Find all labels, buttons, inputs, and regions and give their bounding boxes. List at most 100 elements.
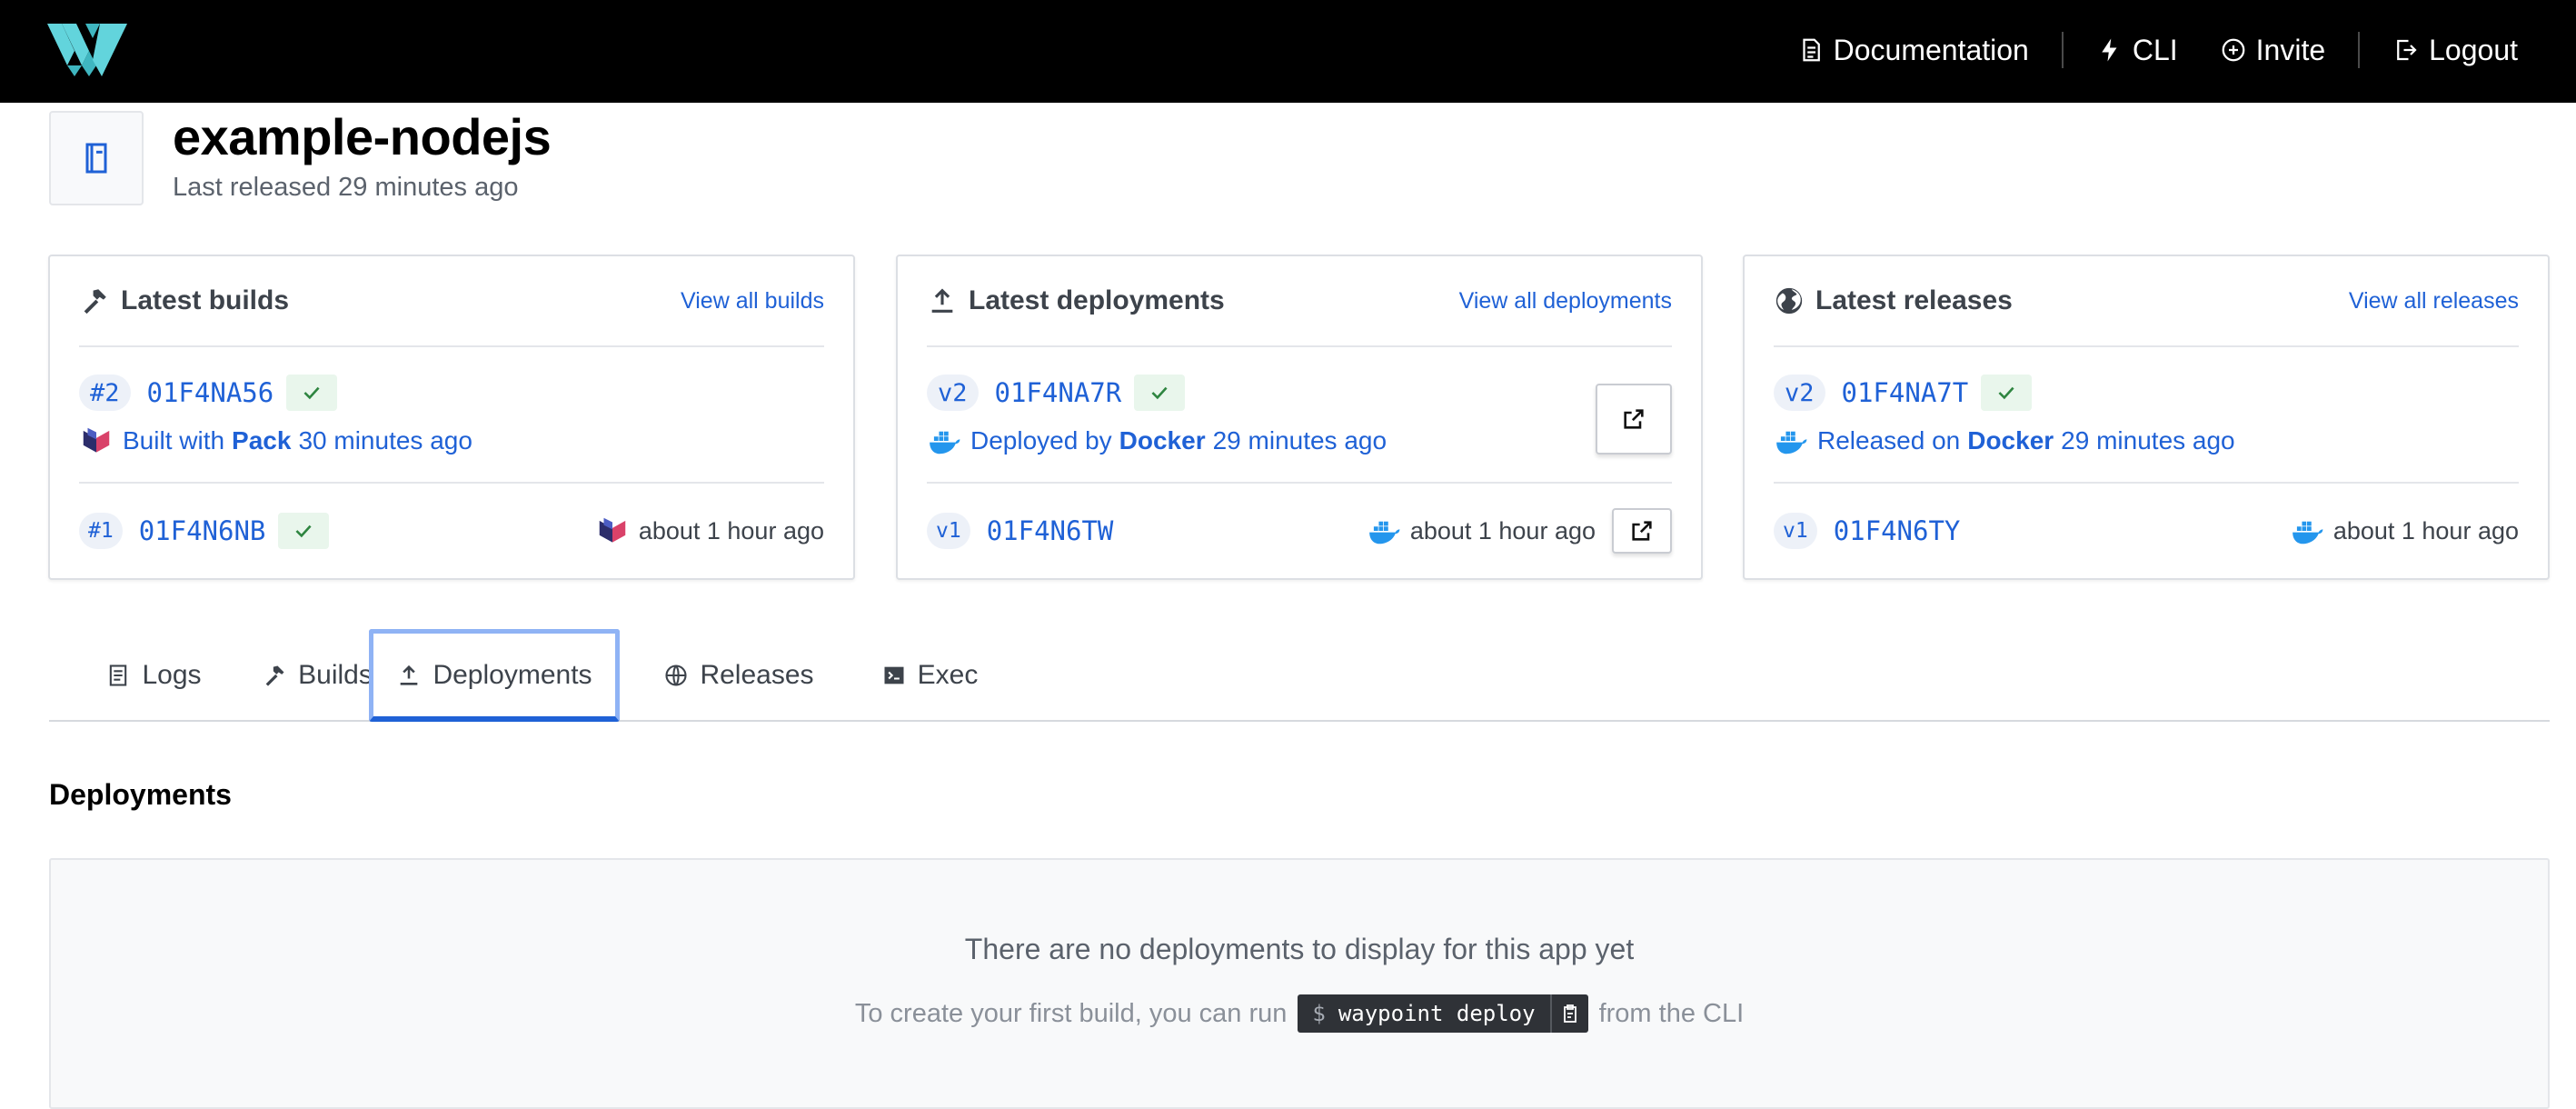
cli-command-snippet: $ waypoint deploy — [1298, 994, 1588, 1033]
card-title: Latest deployments — [927, 285, 1225, 316]
release-time: 29 minutes ago — [2061, 426, 2235, 455]
tab-logs[interactable]: Logs — [76, 629, 231, 722]
open-deployment-button[interactable] — [1612, 508, 1672, 554]
documentation-link[interactable]: Documentation — [1792, 34, 2034, 67]
book-icon — [85, 143, 107, 174]
view-all-releases-link[interactable]: View all releases — [2349, 288, 2519, 315]
external-link-icon — [1632, 521, 1652, 541]
copy-command-button[interactable] — [1549, 994, 1588, 1033]
build-id[interactable]: 01F4N6NB — [139, 515, 266, 546]
card-title: Latest builds — [79, 285, 289, 316]
success-check-icon — [278, 513, 330, 549]
previous-deployment-row[interactable]: v1 01F4N6TW about 1 hour ago — [927, 484, 1672, 578]
command-text: waypoint deploy — [1338, 1001, 1536, 1026]
logout-icon — [2397, 39, 2417, 61]
latest-build-row[interactable]: #2 01F4NA56 Built with Pack 30 minutes a… — [79, 347, 824, 484]
app-title: example-nodejs — [173, 108, 552, 165]
nav-divider — [2358, 32, 2361, 68]
release-prefix: Released on — [1817, 426, 1961, 455]
success-check-icon — [286, 375, 338, 411]
globe-icon — [665, 664, 688, 686]
nav-divider — [2061, 32, 2064, 68]
deployment-time: about 1 hour ago — [1409, 516, 1596, 545]
hammer-icon — [265, 665, 284, 686]
cli-link[interactable]: CLI — [2091, 34, 2183, 67]
success-check-icon — [1134, 375, 1186, 411]
document-icon — [1802, 38, 1820, 62]
external-link-icon — [1624, 409, 1644, 429]
logout-link[interactable]: Logout — [2387, 34, 2523, 67]
deployment-id[interactable]: 01F4NA7R — [995, 377, 1122, 408]
deployment-tag: v1 — [927, 513, 970, 549]
release-id[interactable]: 01F4N6TY — [1834, 515, 1961, 546]
empty-state-suffix: from the CLI — [1598, 998, 1745, 1028]
card-header: Latest deployments View all deployments — [927, 256, 1672, 347]
build-source: Pack — [232, 426, 292, 455]
plus-circle-icon — [2222, 38, 2245, 62]
lightning-icon — [2102, 38, 2117, 62]
deployment-id[interactable]: 01F4N6TW — [987, 515, 1114, 546]
build-time: about 1 hour ago — [638, 516, 824, 545]
release-source: Docker — [1967, 426, 2054, 455]
card-title: Latest releases — [1774, 285, 2013, 316]
hammer-icon — [84, 289, 106, 315]
empty-state-hint: To create your first build, you can run … — [51, 994, 2548, 1033]
card-header: Latest builds View all builds — [79, 256, 824, 347]
build-tag: #2 — [79, 375, 131, 411]
build-id[interactable]: 01F4NA56 — [147, 377, 274, 408]
tab-deployments-label: Deployments — [433, 659, 592, 690]
release-id[interactable]: 01F4NA7T — [1842, 377, 1969, 408]
latest-releases-title: Latest releases — [1815, 285, 2013, 315]
docker-icon — [1368, 521, 1400, 545]
latest-releases-card: Latest releases View all releases v2 01F… — [1743, 255, 2550, 580]
build-prefix: Built with — [123, 426, 225, 455]
log-icon — [110, 664, 127, 686]
pack-icon — [599, 517, 626, 543]
latest-builds-card: Latest builds View all builds #2 01F4NA5… — [48, 255, 855, 580]
clipboard-icon — [1563, 1004, 1576, 1023]
upload-icon — [931, 288, 953, 313]
tab-exec[interactable]: Exec — [843, 629, 1016, 722]
open-deployment-button[interactable] — [1596, 384, 1672, 455]
empty-state-title: There are no deployments to display for … — [964, 933, 1635, 965]
top-nav-links: Documentation CLI Invite Logout — [1792, 0, 2523, 100]
previous-build-row[interactable]: #1 01F4N6NB about 1 hour ago — [79, 484, 824, 578]
tab-releases[interactable]: Releases — [634, 629, 843, 722]
release-time: about 1 hour ago — [2332, 516, 2519, 545]
latest-builds-title: Latest builds — [121, 285, 290, 315]
build-time: 30 minutes ago — [298, 426, 472, 455]
tab-deployments[interactable]: Deployments — [369, 629, 620, 722]
cli-command[interactable]: $ waypoint deploy — [1298, 994, 1550, 1033]
success-check-icon — [1981, 375, 2033, 411]
waypoint-logo-icon[interactable] — [47, 24, 127, 76]
view-all-builds-link[interactable]: View all builds — [681, 288, 824, 315]
deployment-time: 29 minutes ago — [1212, 426, 1387, 455]
invite-label: Invite — [2255, 33, 2326, 66]
empty-state-panel: There are no deployments to display for … — [49, 858, 2550, 1109]
view-all-deployments-link[interactable]: View all deployments — [1459, 288, 1672, 315]
invite-link[interactable]: Invite — [2214, 34, 2331, 67]
documentation-label: Documentation — [1833, 33, 2029, 66]
section-title: Deployments — [49, 778, 232, 811]
previous-release-row[interactable]: v1 01F4N6TY about 1 hour ago — [1774, 484, 2519, 578]
card-header: Latest releases View all releases — [1774, 256, 2519, 347]
latest-deployment-row[interactable]: v2 01F4NA7R Deployed by Docker 29 minute… — [927, 347, 1672, 484]
build-tag: #1 — [79, 513, 123, 549]
app-last-released: Last released 29 minutes ago — [173, 173, 519, 202]
app-tabs: Logs Builds Deployments Releases Exec — [49, 629, 2550, 722]
tab-releases-label: Releases — [700, 660, 814, 690]
tab-builds-label: Builds — [298, 660, 373, 690]
latest-deployments-title: Latest deployments — [969, 285, 1225, 315]
docker-icon — [2292, 521, 2323, 545]
latest-release-row[interactable]: v2 01F4NA7T Released on Docker 29 minute… — [1774, 347, 2519, 484]
empty-state-prefix: To create your first build, you can run — [854, 998, 1288, 1028]
terminal-icon — [884, 666, 904, 684]
command-prompt: $ — [1312, 1001, 1326, 1026]
docker-icon — [930, 431, 960, 455]
globe-icon — [1775, 287, 1803, 315]
cli-label: CLI — [2132, 33, 2178, 66]
release-tag: v2 — [1774, 375, 1825, 411]
tab-logs-label: Logs — [142, 660, 202, 690]
pack-icon — [83, 427, 110, 453]
upload-icon — [401, 664, 418, 685]
